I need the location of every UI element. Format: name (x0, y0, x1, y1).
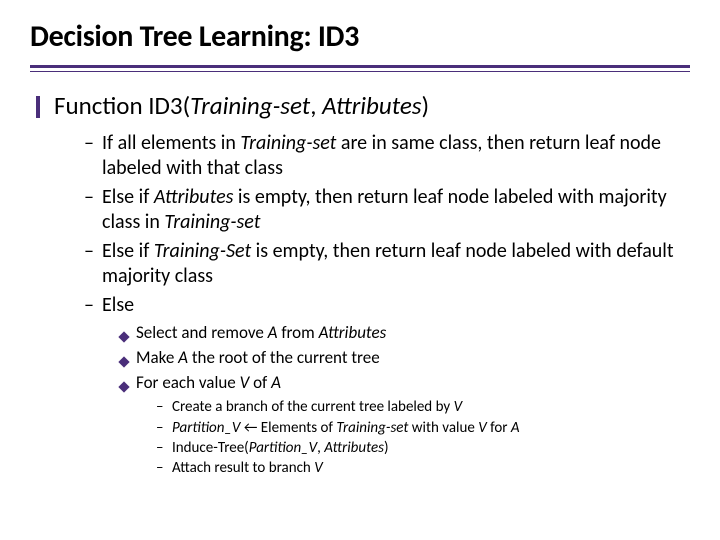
term: V (454, 398, 463, 416)
term: Partition_V (172, 419, 240, 437)
term: Training-set (336, 419, 408, 437)
text: Function ID3( (54, 90, 190, 121)
diamond-icon (120, 352, 136, 371)
dash-icon: – (84, 131, 102, 156)
term: A (178, 347, 188, 368)
text: If all elements in (102, 131, 240, 155)
term: A (511, 419, 520, 437)
term: Partition_V (249, 439, 317, 457)
text: Induce-Tree( (172, 439, 249, 457)
lvl4-item: – Create a branch of the current tree la… (156, 397, 690, 417)
lvl4-text: Attach result to branch V (172, 458, 323, 478)
diamond-icon (120, 377, 136, 396)
lvl3-item: For each value V of A (120, 372, 690, 396)
diamond-icon (120, 327, 136, 346)
lvl2-text: If all elements in Training-set are in s… (102, 131, 690, 181)
term: V (314, 459, 323, 477)
text: of (249, 372, 271, 393)
text: Select and remove (136, 322, 268, 343)
arg: Training-set (190, 90, 310, 121)
text: Else if (102, 185, 154, 209)
lvl4-text: Partition_V ← Elements of Training-set w… (172, 418, 520, 438)
term: Training-Set (154, 239, 251, 263)
dash-icon: – (84, 185, 102, 210)
lvl2-text: Else (102, 293, 134, 318)
lvl4-item: – Induce-Tree(Partition_V, Attributes) (156, 438, 690, 458)
dash-icon: – (156, 458, 172, 478)
text: from (278, 322, 319, 343)
text: ) (422, 90, 430, 121)
lvl3-item: Select and remove A from Attributes (120, 322, 690, 346)
term: V (240, 372, 250, 393)
text: for (487, 419, 511, 437)
lvl2-item: – Else if Training-Set is empty, then re… (84, 239, 690, 289)
text: Attach result to branch (172, 459, 314, 477)
lvl3-text: Select and remove A from Attributes (136, 322, 386, 344)
term: Training-set (240, 131, 336, 155)
term: Attributes (319, 322, 387, 343)
lvl4-item: – Partition_V ← Elements of Training-set… (156, 418, 690, 438)
term: Attributes (154, 185, 234, 209)
lvl3-item: Make A the root of the current tree (120, 347, 690, 371)
lvl3-text: For each value V of A (136, 372, 281, 394)
dash-icon: – (156, 438, 172, 458)
dash-icon: – (84, 293, 102, 318)
bar-bullet-icon (36, 96, 40, 118)
slide-title: Decision Tree Learning: ID3 (30, 18, 690, 55)
text: the root of the current tree (188, 347, 380, 368)
text: with value (408, 419, 478, 437)
lvl3-text: Make A the root of the current tree (136, 347, 380, 369)
term: A (271, 372, 281, 393)
lvl2-text: Else if Training-Set is empty, then retu… (102, 239, 690, 289)
text: Make (136, 347, 178, 368)
lvl1-item: Function ID3(Training-set, Attributes) (36, 90, 690, 121)
term: A (268, 322, 278, 343)
text: For each value (136, 372, 240, 393)
dash-icon: – (156, 418, 172, 438)
lvl2-item: – Else if Attributes is empty, then retu… (84, 185, 690, 235)
dash-icon: – (84, 239, 102, 264)
text: Create a branch of the current tree labe… (172, 398, 454, 416)
lvl4-text: Create a branch of the current tree labe… (172, 397, 462, 417)
text: ) (384, 439, 389, 457)
text: Else if (102, 239, 154, 263)
lvl4-text: Induce-Tree(Partition_V, Attributes) (172, 438, 389, 458)
term: Attributes (324, 439, 384, 457)
lvl4-item: – Attach result to branch V (156, 458, 690, 478)
title-rule (30, 65, 690, 72)
text: ← Elements of (240, 419, 336, 437)
arg: Attributes (322, 90, 421, 121)
lvl2-item: – Else (84, 293, 690, 318)
lvl1-text: Function ID3(Training-set, Attributes) (54, 90, 429, 121)
text: , (310, 90, 322, 121)
lvl2-text: Else if Attributes is empty, then return… (102, 185, 690, 235)
dash-icon: – (156, 397, 172, 417)
lvl2-item: – If all elements in Training-set are in… (84, 131, 690, 181)
term: Training-set (164, 210, 260, 234)
term: V (478, 419, 487, 437)
